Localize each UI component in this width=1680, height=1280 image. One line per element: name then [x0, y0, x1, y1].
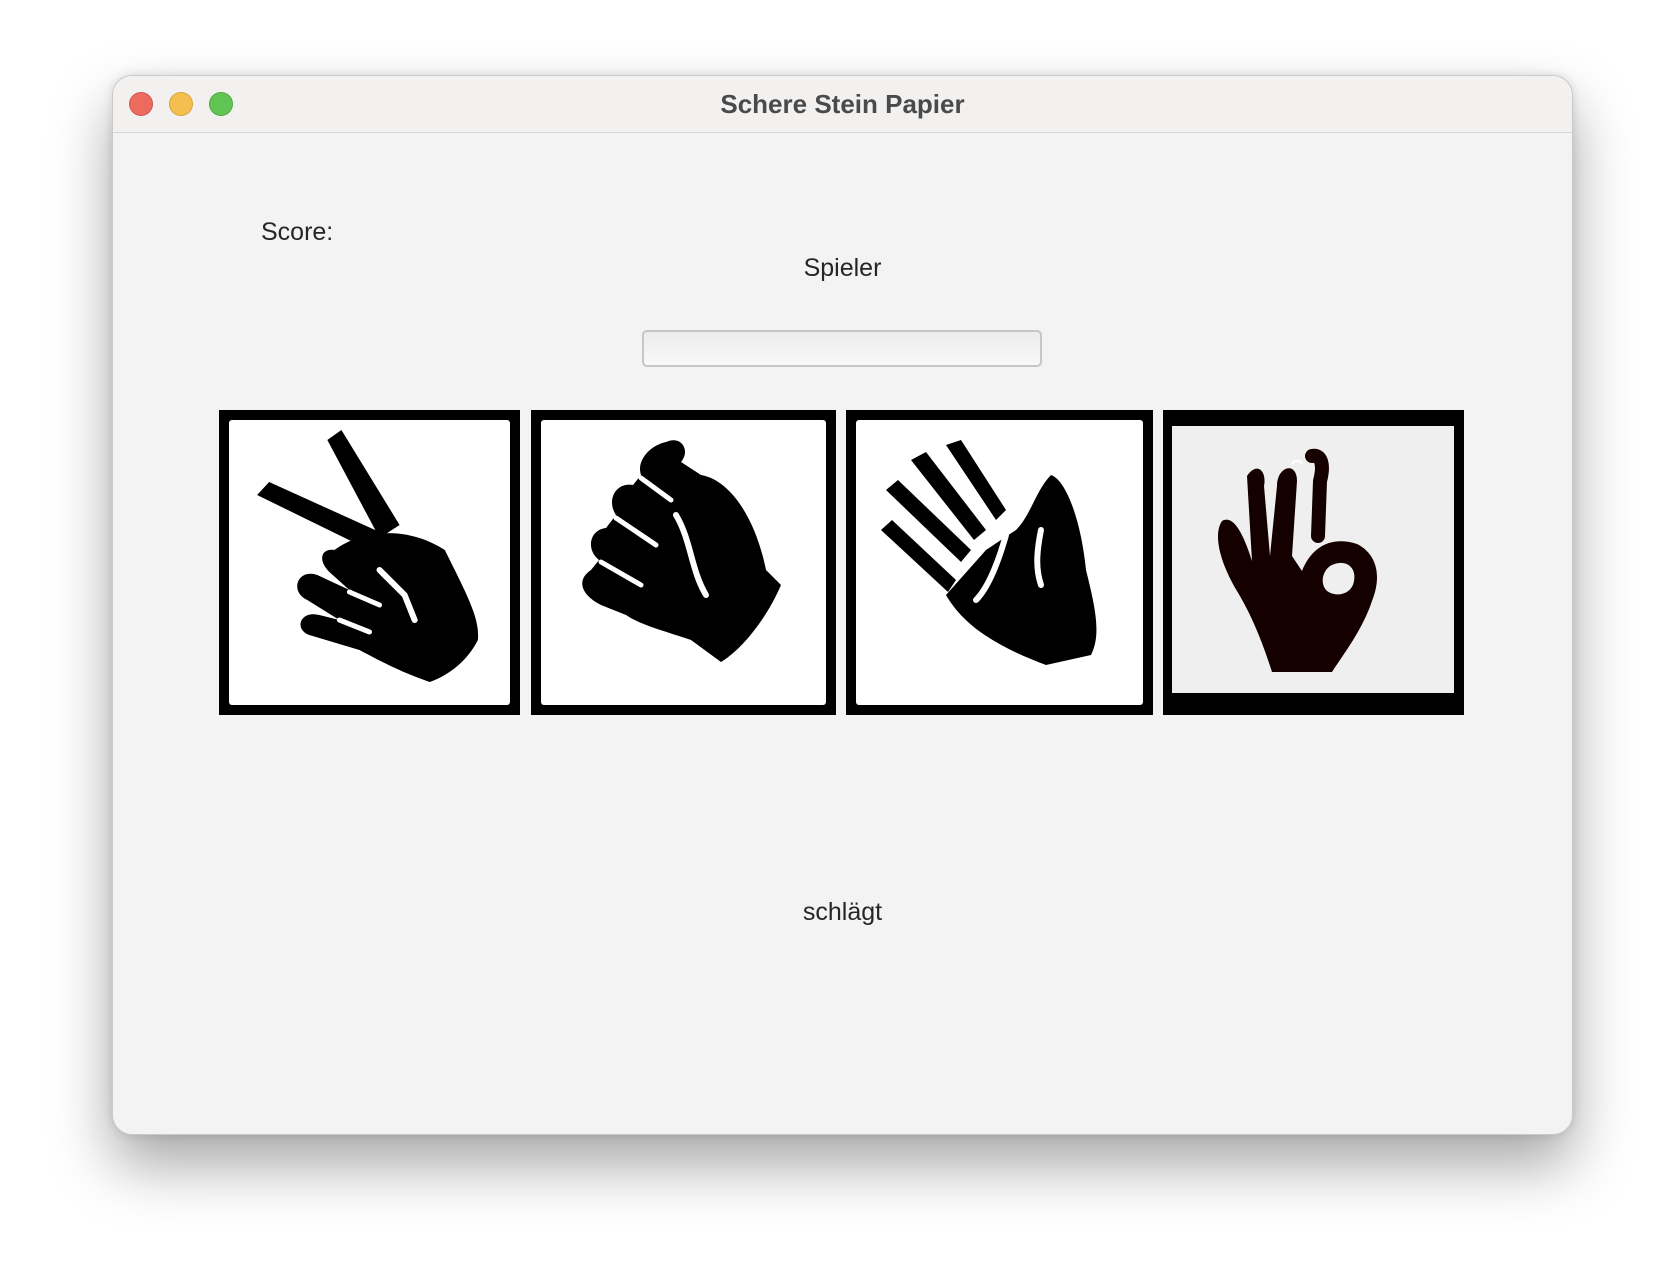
ok-hand-icon	[1217, 448, 1377, 672]
scissors-choice-button[interactable]	[219, 410, 520, 715]
paper-hand-icon	[881, 440, 1097, 665]
score-label: Score:	[261, 218, 334, 246]
result-label: schlägt	[802, 898, 883, 926]
app-window: Schere Stein Papier Score: Spieler schlä…	[112, 75, 1573, 1135]
paper-choice-button[interactable]	[846, 410, 1153, 715]
window-title: Schere Stein Papier	[720, 89, 965, 119]
player-label: Spieler	[803, 254, 882, 282]
rock-choice-button[interactable]	[531, 410, 836, 715]
scissors-hand-icon	[257, 430, 479, 682]
ok-choice-button[interactable]	[1163, 410, 1464, 715]
player-name-input[interactable]	[642, 330, 1042, 367]
rock-fist-icon	[582, 440, 781, 662]
title-bar[interactable]: Schere Stein Papier	[113, 76, 1572, 133]
